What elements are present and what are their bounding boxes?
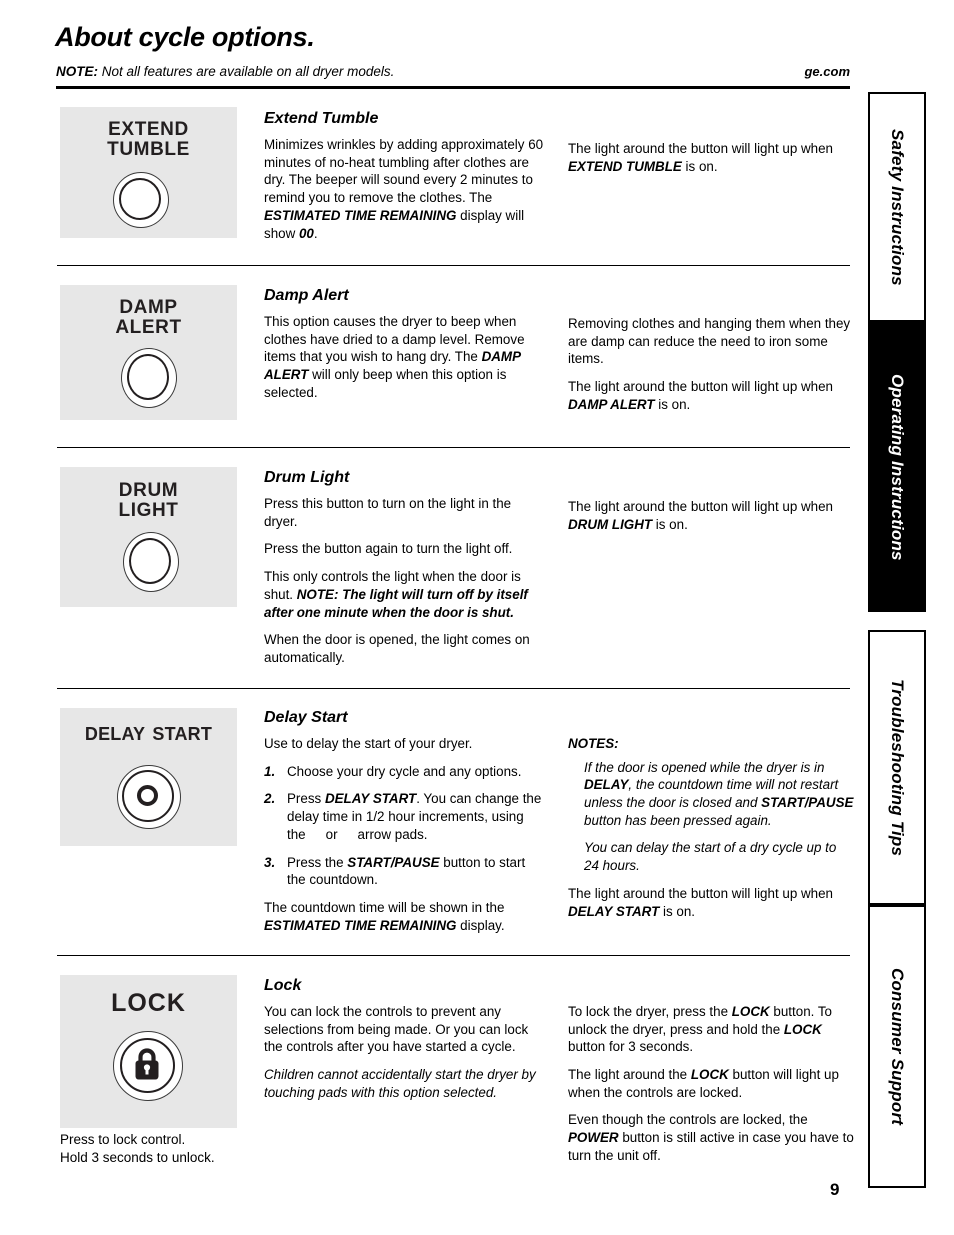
drum-light-description: Drum Light Press this button to turn on …: [264, 467, 546, 667]
delay-start-steps: 1. Choose your dry cycle and any options.…: [264, 763, 546, 889]
sub-heading: Damp Alert: [264, 287, 349, 304]
body-paragraph: Press the button again to turn the light…: [264, 541, 513, 557]
panel-label-line2: TUMBLE: [107, 139, 190, 160]
panel-label-delay-start: DELAY START: [84, 718, 213, 746]
body-paragraph: Even though the controls are locked, the…: [568, 1112, 854, 1163]
body-paragraph: To lock the dryer, press the LOCK button…: [568, 1004, 832, 1055]
step-item: 1. Choose your dry cycle and any options.: [264, 763, 522, 779]
tab-label: Operating Instructions: [888, 373, 907, 561]
lock-notes: To lock the dryer, press the LOCK button…: [568, 1003, 854, 1165]
body-paragraph: The light around the button will light u…: [568, 499, 834, 532]
step-number: 3.: [264, 854, 276, 870]
notes-heading: NOTES:: [568, 736, 619, 751]
body-paragraph: The light around the button will light u…: [568, 141, 834, 174]
tab-consumer-support[interactable]: Consumer Support: [868, 905, 926, 1188]
notes-body: If the door is opened while the dryer is…: [584, 759, 854, 875]
panel-label-lock: LOCK: [111, 989, 186, 1017]
control-panel-lock: LOCK: [60, 975, 237, 1128]
caption-line-2: Hold 3 seconds to unlock.: [60, 1149, 215, 1165]
lock-description: Lock You can lock the controls to preven…: [264, 975, 546, 1102]
body-paragraph: Use to delay the start of your dryer.: [264, 736, 473, 752]
panel-label-line2: LIGHT: [118, 500, 179, 521]
body-paragraph: Children cannot accidentally start the d…: [264, 1067, 536, 1100]
sub-heading: Drum Light: [264, 469, 350, 486]
section-divider: [57, 447, 850, 449]
body-paragraph: Press this button to turn on the light i…: [264, 496, 512, 529]
note-text: Not all features are available on all dr…: [98, 64, 395, 79]
sub-heading: Delay Start: [264, 709, 348, 726]
lock-icon: [135, 1048, 159, 1080]
note-item: You can delay the start of a dry cycle u…: [584, 840, 837, 874]
button-ring-outer: [121, 348, 177, 408]
tab-troubleshooting-tips[interactable]: Troubleshooting Tips: [868, 630, 926, 905]
damp-alert-notes: Removing clothes and hanging them when t…: [568, 315, 854, 413]
body-paragraph: Minimizes wrinkles by adding approximate…: [264, 137, 544, 241]
header-note: NOTE: Not all features are available on …: [56, 64, 394, 79]
section-divider: [57, 955, 850, 957]
note-item: If the door is opened while the dryer is…: [584, 759, 854, 828]
button-ring-inner: [129, 538, 171, 584]
tab-label: Consumer Support: [888, 967, 907, 1126]
control-panel-delay-start: DELAY START: [60, 708, 237, 846]
lock-panel-caption: Press to lock control. Hold 3 seconds to…: [60, 1131, 215, 1167]
extend-tumble-description: Extend Tumble Minimizes wrinkles by addi…: [264, 108, 546, 242]
button-ring-outer: [113, 172, 169, 228]
body-paragraph: When the door is opened, the light comes…: [264, 632, 530, 665]
body-paragraph: You can lock the controls to prevent any…: [264, 1004, 529, 1055]
page-title: About cycle options.: [55, 22, 315, 52]
caption-line-1: Press to lock control.: [60, 1132, 186, 1147]
button-ring-outer: [117, 765, 181, 829]
note-label: NOTE:: [56, 64, 98, 79]
body-paragraph: This only controls the light when the do…: [264, 569, 528, 620]
button-ring-outer: [113, 1031, 183, 1101]
drum-light-light-note: The light around the button will light u…: [568, 498, 854, 533]
panel-label-line1: DAMP: [119, 297, 178, 318]
delay-start-description: Delay Start Use to delay the start of yo…: [264, 707, 546, 934]
button-ring-inner: [120, 1038, 175, 1093]
delay-start-notes: NOTES: If the door is opened while the d…: [568, 735, 854, 920]
damp-alert-description: Damp Alert This option causes the dryer …: [264, 285, 546, 402]
control-panel-extend-tumble: EXTEND TUMBLE: [60, 107, 237, 238]
body-paragraph: This option causes the dryer to beep whe…: [264, 314, 525, 400]
panel-label-line2: ALERT: [115, 317, 182, 338]
button-ring-inner: [127, 354, 169, 400]
page-number: 9: [830, 1180, 840, 1199]
site-url: ge.com: [804, 64, 850, 79]
step-number: 1.: [264, 763, 276, 779]
panel-label-line1: DRUM: [118, 480, 179, 501]
body-paragraph: Removing clothes and hanging them when t…: [568, 316, 851, 367]
tab-safety-instructions[interactable]: Safety Instructions: [868, 92, 926, 322]
control-panel-damp-alert: DAMP ALERT: [60, 285, 237, 420]
sub-heading: Lock: [264, 977, 302, 994]
button-ring-outer: [123, 532, 179, 592]
button-ring-inner: [119, 178, 161, 220]
button-center-dot: [137, 785, 158, 806]
body-paragraph: The countdown time will be shown in the …: [264, 899, 505, 933]
tab-label: Safety Instructions: [888, 128, 907, 286]
tab-label: Troubleshooting Tips: [888, 678, 907, 857]
control-panel-drum-light: DRUM LIGHT: [60, 467, 237, 607]
step-item: 2. Press DELAY START. You can change the …: [264, 791, 542, 842]
extend-tumble-light-note: The light around the button will light u…: [568, 140, 854, 175]
step-number: 2.: [264, 791, 276, 807]
step-item: 3. Press the START/PAUSE button to start …: [264, 854, 526, 888]
body-paragraph: The light around the button will light u…: [568, 885, 834, 919]
panel-label-line1: EXTEND: [108, 119, 189, 140]
section-divider: [57, 688, 850, 690]
header-rule: [56, 86, 850, 89]
sub-heading: Extend Tumble: [264, 110, 379, 127]
tab-operating-instructions[interactable]: Operating Instructions: [868, 322, 926, 612]
body-paragraph: The light around the LOCK button will li…: [568, 1067, 839, 1100]
manual-page: About cycle options. NOTE: Not all featu…: [0, 0, 954, 1235]
button-ring-inner: [122, 770, 174, 822]
section-divider: [57, 265, 850, 267]
body-paragraph: The light around the button will light u…: [568, 379, 834, 412]
